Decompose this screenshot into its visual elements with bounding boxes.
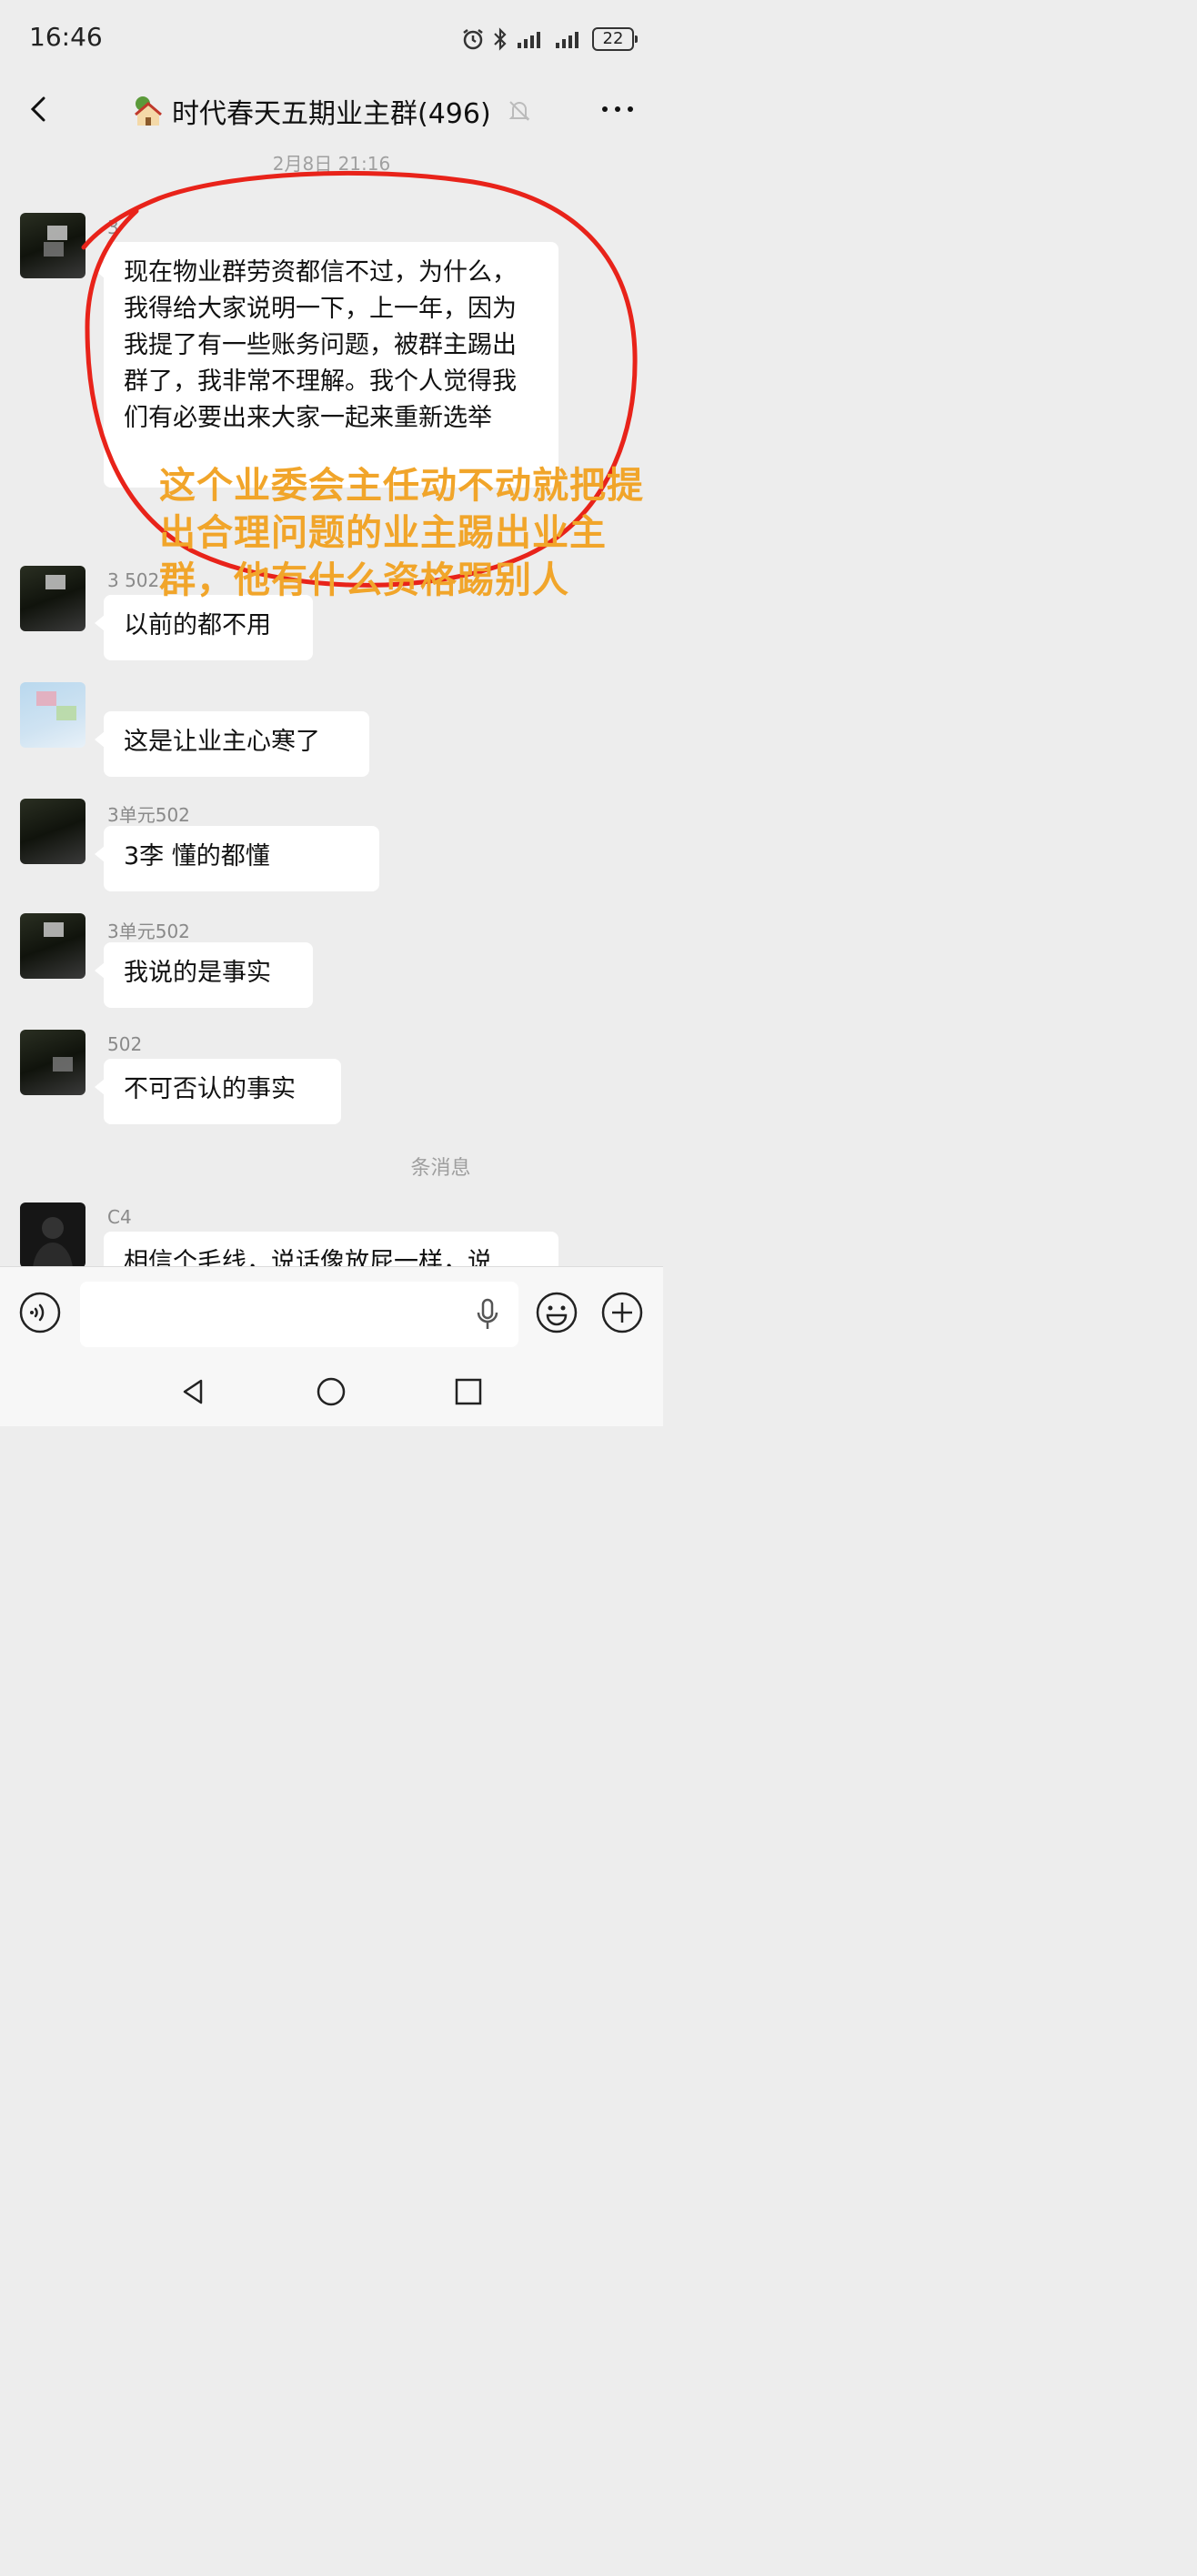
- avatar[interactable]: [20, 1030, 86, 1095]
- message-bubble[interactable]: 现在物业群劳资都信不过，为什么，我得给大家说明一下，上一年，因为我提了有一些账务…: [95, 242, 558, 488]
- message-input[interactable]: [80, 1282, 518, 1347]
- add-icon[interactable]: [600, 1291, 644, 1334]
- house-emoji-icon: [135, 96, 162, 126]
- avatar[interactable]: [20, 213, 86, 278]
- chat-header: 时代春天五期业主群(496): [0, 80, 663, 144]
- back-icon[interactable]: [20, 91, 56, 127]
- page-title: 时代春天五期业主群(496): [172, 98, 491, 130]
- more-icon[interactable]: [599, 100, 636, 118]
- title-group[interactable]: 时代春天五期业主群(496): [132, 91, 533, 131]
- signal-icon: [518, 32, 540, 48]
- battery-icon: 22: [592, 27, 638, 51]
- nav-back-icon[interactable]: [177, 1375, 210, 1408]
- sender-name: 3: [107, 216, 119, 238]
- nav-home-icon[interactable]: [315, 1375, 347, 1408]
- avatar[interactable]: [20, 566, 86, 631]
- message-bubble[interactable]: 3李 懂的都懂: [95, 826, 379, 891]
- annotation-text: 这个业委会主任动不动就把提出合理问题的业主踢出业主群，他有什么资格踢别人: [159, 465, 644, 601]
- sender-name: 3单元502: [107, 921, 190, 942]
- status-bar: 16:46 22: [0, 0, 663, 80]
- status-time: 16:46: [29, 22, 103, 52]
- message-text: 我说的是事实: [124, 959, 271, 987]
- signal-icon: [556, 32, 578, 48]
- message-text: 3李 懂的都懂: [124, 842, 270, 870]
- message-text: 不可否认的事实: [124, 1075, 296, 1103]
- mute-bell-icon: [508, 101, 530, 121]
- message-text: 现在物业群劳资都信不过，为什么，我得给大家说明一下，上一年，因为我提了有一些账务…: [124, 258, 517, 432]
- input-bar: [0, 1266, 663, 1358]
- message-bubble[interactable]: 我说的是事实: [95, 942, 313, 1008]
- alarm-icon: [463, 29, 483, 50]
- nav-recent-icon[interactable]: [452, 1375, 485, 1408]
- sender-name: C4: [107, 1206, 132, 1228]
- nav-bar: [0, 1357, 663, 1426]
- silhouette-icon: [33, 1217, 73, 1268]
- avatar[interactable]: [20, 682, 86, 748]
- message-text: 这是让业主心寒了: [124, 728, 320, 756]
- message-bubble[interactable]: 这是让业主心寒了: [95, 711, 369, 777]
- chat-timestamp: 2月8日 21:16: [272, 153, 391, 175]
- voice-icon[interactable]: [18, 1291, 62, 1334]
- avatar[interactable]: [20, 1202, 86, 1268]
- status-icons: 22: [461, 25, 638, 53]
- avatar[interactable]: [20, 913, 86, 979]
- message-bubble[interactable]: 以前的都不用: [95, 595, 313, 660]
- sender-name: 3 502: [107, 569, 160, 591]
- message-bubble[interactable]: 不可否认的事实: [95, 1059, 341, 1124]
- system-notice: 条消息: [410, 1157, 471, 1180]
- message-text: 以前的都不用: [124, 611, 271, 639]
- sender-name: 3单元502: [107, 804, 190, 826]
- bluetooth-icon: [494, 27, 507, 51]
- microphone-icon[interactable]: [475, 1298, 500, 1331]
- avatar[interactable]: [20, 799, 86, 864]
- emoji-icon[interactable]: [535, 1291, 578, 1334]
- sender-name: 502: [107, 1033, 143, 1055]
